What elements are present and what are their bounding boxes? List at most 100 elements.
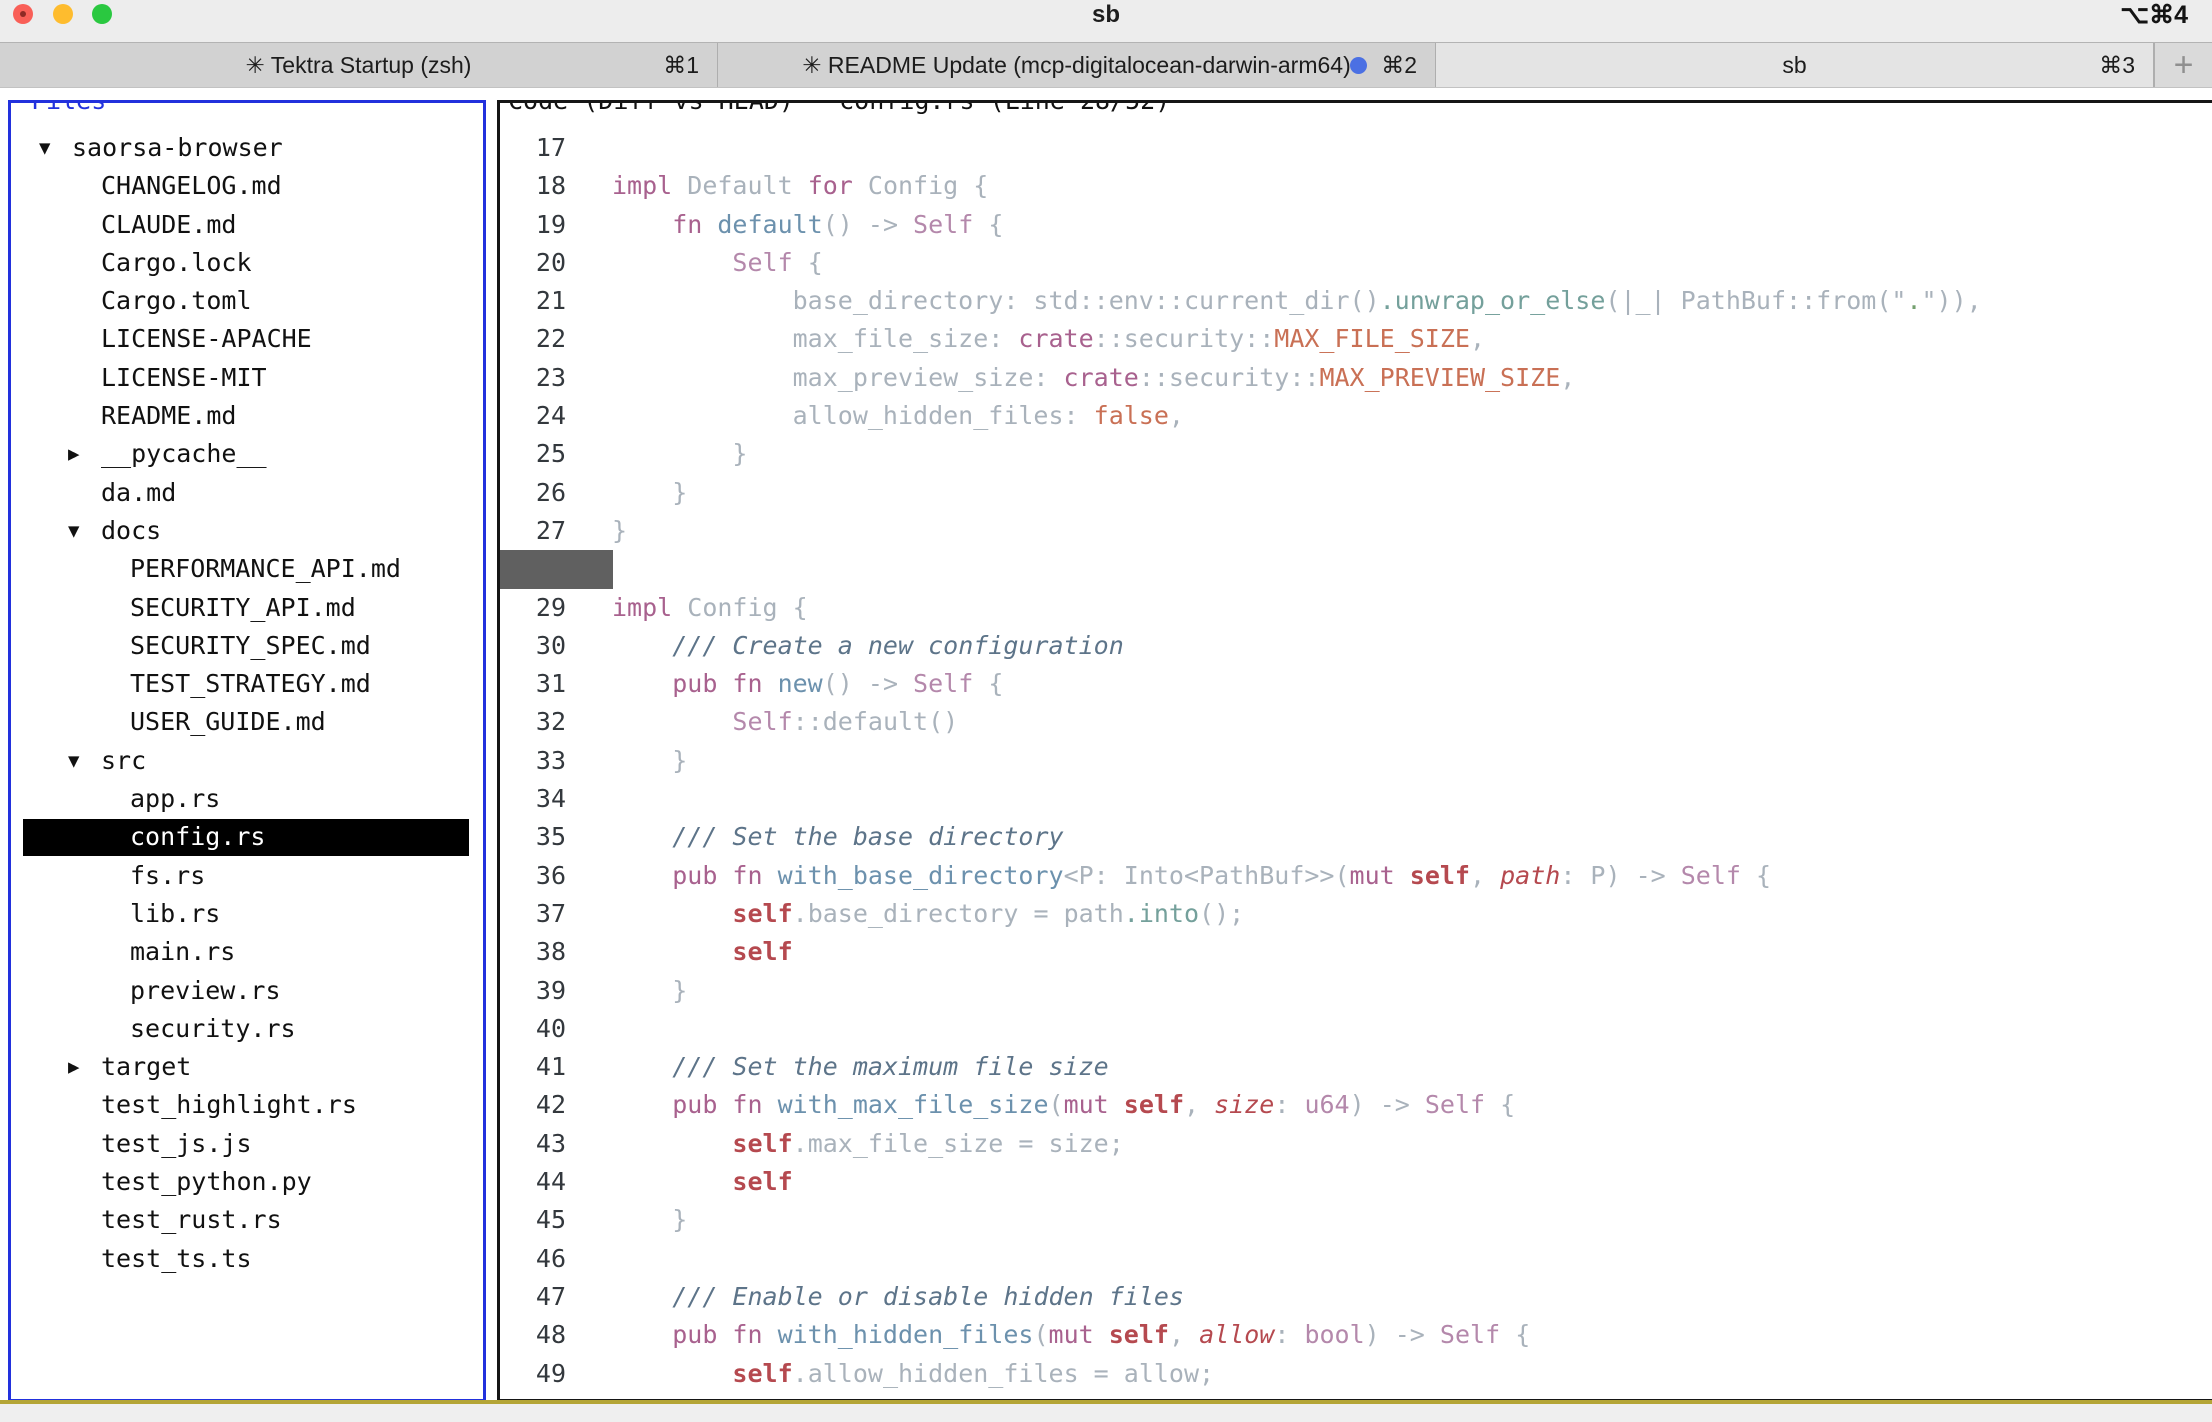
tree-label: test_python.py bbox=[101, 1167, 312, 1196]
code-line[interactable]: 19 fn default() -> Self { bbox=[500, 206, 2212, 244]
tree-row-performance-api-md[interactable]: PERFORMANCE_API.md bbox=[11, 550, 483, 588]
code-line[interactable]: 36 pub fn with_base_directory<P: Into<Pa… bbox=[500, 857, 2212, 895]
tree-label: target bbox=[101, 1052, 191, 1081]
tree-label: CLAUDE.md bbox=[101, 210, 236, 239]
code-text: Self { bbox=[612, 244, 823, 282]
code-line[interactable]: 18impl Default for Config { bbox=[500, 167, 2212, 205]
tree-label: TEST_STRATEGY.md bbox=[130, 669, 371, 698]
code-line[interactable]: 37 self.base_directory = path.into(); bbox=[500, 895, 2212, 933]
tree-row-cargo-lock[interactable]: Cargo.lock bbox=[11, 244, 483, 282]
tree-label: lib.rs bbox=[130, 899, 220, 928]
tree-row-cargo-toml[interactable]: Cargo.toml bbox=[11, 282, 483, 320]
tab-tektra-startup-zsh[interactable]: ✳ Tektra Startup (zsh)⌘1 bbox=[0, 43, 718, 87]
tab-label: sb bbox=[1436, 43, 2153, 87]
code-text: fn default() -> Self { bbox=[612, 206, 1003, 244]
tree-row-lib-rs[interactable]: lib.rs bbox=[11, 895, 483, 933]
tree-label: security.rs bbox=[130, 1014, 296, 1043]
tree-row-claude-md[interactable]: CLAUDE.md bbox=[11, 206, 483, 244]
code-line[interactable]: 22 max_file_size: crate::security::MAX_F… bbox=[500, 320, 2212, 358]
code-line[interactable]: 23 max_preview_size: crate::security::MA… bbox=[500, 359, 2212, 397]
code-text: } bbox=[612, 474, 687, 512]
chevron-expanded-icon: ▼ bbox=[68, 742, 101, 780]
tree-row-da-md[interactable]: da.md bbox=[11, 474, 483, 512]
code-text: max_file_size: crate::security::MAX_FILE… bbox=[612, 320, 1485, 358]
code-line[interactable]: 27} bbox=[500, 512, 2212, 550]
tree-row-readme-md[interactable]: README.md bbox=[11, 397, 483, 435]
tab-label: ✳ README Update (mcp-digitalocean-darwin… bbox=[718, 43, 1435, 87]
code-text: impl Config { bbox=[612, 589, 808, 627]
tab-readme-update-mcp-digitalocean-darwin-arm64[interactable]: ✳ README Update (mcp-digitalocean-darwin… bbox=[718, 43, 1436, 87]
code-line[interactable]: 17 bbox=[500, 129, 2212, 167]
tree-row-saorsa-browser[interactable]: ▼saorsa-browser bbox=[11, 129, 483, 167]
code-line[interactable]: 35 /// Set the base directory bbox=[500, 818, 2212, 856]
tree-row-pycache[interactable]: ▶__pycache__ bbox=[11, 435, 483, 473]
tab-sb[interactable]: sb⌘3 bbox=[1436, 43, 2154, 87]
code-text: self bbox=[612, 933, 793, 971]
tree-row-user-guide-md[interactable]: USER_GUIDE.md bbox=[11, 703, 483, 741]
tree-row-src[interactable]: ▼src bbox=[11, 742, 483, 780]
tree-label: test_ts.ts bbox=[101, 1244, 252, 1273]
tree-row-license-apache[interactable]: LICENSE-APACHE bbox=[11, 320, 483, 358]
code-line[interactable]: 38 self bbox=[500, 933, 2212, 971]
new-tab-button[interactable]: + bbox=[2154, 43, 2212, 87]
tree-row-main-rs[interactable]: main.rs bbox=[11, 933, 483, 971]
code-line[interactable]: 25 } bbox=[500, 435, 2212, 473]
code-line[interactable]: 41 /// Set the maximum file size bbox=[500, 1048, 2212, 1086]
code-line[interactable]: 47 /// Enable or disable hidden files bbox=[500, 1278, 2212, 1316]
tree-row-test-ts-ts[interactable]: test_ts.ts bbox=[11, 1240, 483, 1278]
tree-row-test-rust-rs[interactable]: test_rust.rs bbox=[11, 1201, 483, 1239]
tree-row-security-rs[interactable]: security.rs bbox=[11, 1010, 483, 1048]
tree-label: config.rs bbox=[130, 822, 265, 851]
tree-row-target[interactable]: ▶target bbox=[11, 1048, 483, 1086]
tree-row-app-rs[interactable]: app.rs bbox=[11, 780, 483, 818]
code-line[interactable]: 49 self.allow_hidden_files = allow; bbox=[500, 1355, 2212, 1393]
line-number: 21 bbox=[500, 282, 566, 320]
line-number: 20 bbox=[500, 244, 566, 282]
window-bottom-strip bbox=[0, 1404, 2212, 1422]
chevron-collapsed-icon: ▶ bbox=[68, 1048, 101, 1086]
code-line[interactable]: 42 pub fn with_max_file_size(mut self, s… bbox=[500, 1086, 2212, 1124]
code-line[interactable]: 43 self.max_file_size = size; bbox=[500, 1125, 2212, 1163]
code-line[interactable]: 34 bbox=[500, 780, 2212, 818]
tab-right-group: ⌘2 bbox=[1350, 43, 1417, 87]
code-line[interactable]: 40 bbox=[500, 1010, 2212, 1048]
code-line[interactable]: 33 } bbox=[500, 742, 2212, 780]
line-number: 19 bbox=[500, 206, 566, 244]
code-line[interactable]: 24 allow_hidden_files: false, bbox=[500, 397, 2212, 435]
tree-row-test-js-js[interactable]: test_js.js bbox=[11, 1125, 483, 1163]
tree-label: test_js.js bbox=[101, 1129, 252, 1158]
tree-row-changelog-md[interactable]: CHANGELOG.md bbox=[11, 167, 483, 205]
code-line[interactable]: 20 Self { bbox=[500, 244, 2212, 282]
code-line[interactable]: 21 base_directory: std::env::current_dir… bbox=[500, 282, 2212, 320]
code-line[interactable]: 45 } bbox=[500, 1201, 2212, 1239]
code-line[interactable]: 32 Self::default() bbox=[500, 703, 2212, 741]
line-number: 41 bbox=[500, 1048, 566, 1086]
tree-row-security-api-md[interactable]: SECURITY_API.md bbox=[11, 589, 483, 627]
code-line-current[interactable] bbox=[500, 550, 2212, 588]
tree-row-config-rs[interactable]: config.rs bbox=[11, 818, 483, 856]
tree-row-license-mit[interactable]: LICENSE-MIT bbox=[11, 359, 483, 397]
code-line[interactable]: 39 } bbox=[500, 972, 2212, 1010]
line-number: 29 bbox=[500, 589, 566, 627]
tree-row-fs-rs[interactable]: fs.rs bbox=[11, 857, 483, 895]
line-number: 27 bbox=[500, 512, 566, 550]
code-line[interactable]: 46 bbox=[500, 1240, 2212, 1278]
line-number: 30 bbox=[500, 627, 566, 665]
code-line[interactable]: 31 pub fn new() -> Self { bbox=[500, 665, 2212, 703]
code-view[interactable]: 1718impl Default for Config {19 fn defau… bbox=[500, 129, 2212, 1393]
window-shortcut-hint: ⌥⌘4 bbox=[2120, 0, 2188, 42]
code-line[interactable]: 29 impl Config { bbox=[500, 589, 2212, 627]
tree-label: CHANGELOG.md bbox=[101, 171, 282, 200]
line-number: 47 bbox=[500, 1278, 566, 1316]
tree-row-test-highlight-rs[interactable]: test_highlight.rs bbox=[11, 1086, 483, 1124]
code-line[interactable]: 44 self bbox=[500, 1163, 2212, 1201]
tree-row-docs[interactable]: ▼docs bbox=[11, 512, 483, 550]
tree-row-preview-rs[interactable]: preview.rs bbox=[11, 972, 483, 1010]
tree-label: da.md bbox=[101, 478, 176, 507]
code-line[interactable]: 48 pub fn with_hidden_files(mut self, al… bbox=[500, 1316, 2212, 1354]
code-line[interactable]: 30 /// Create a new configuration bbox=[500, 627, 2212, 665]
code-line[interactable]: 26 } bbox=[500, 474, 2212, 512]
tree-row-security-spec-md[interactable]: SECURITY_SPEC.md bbox=[11, 627, 483, 665]
tree-row-test-strategy-md[interactable]: TEST_STRATEGY.md bbox=[11, 665, 483, 703]
tree-row-test-python-py[interactable]: test_python.py bbox=[11, 1163, 483, 1201]
